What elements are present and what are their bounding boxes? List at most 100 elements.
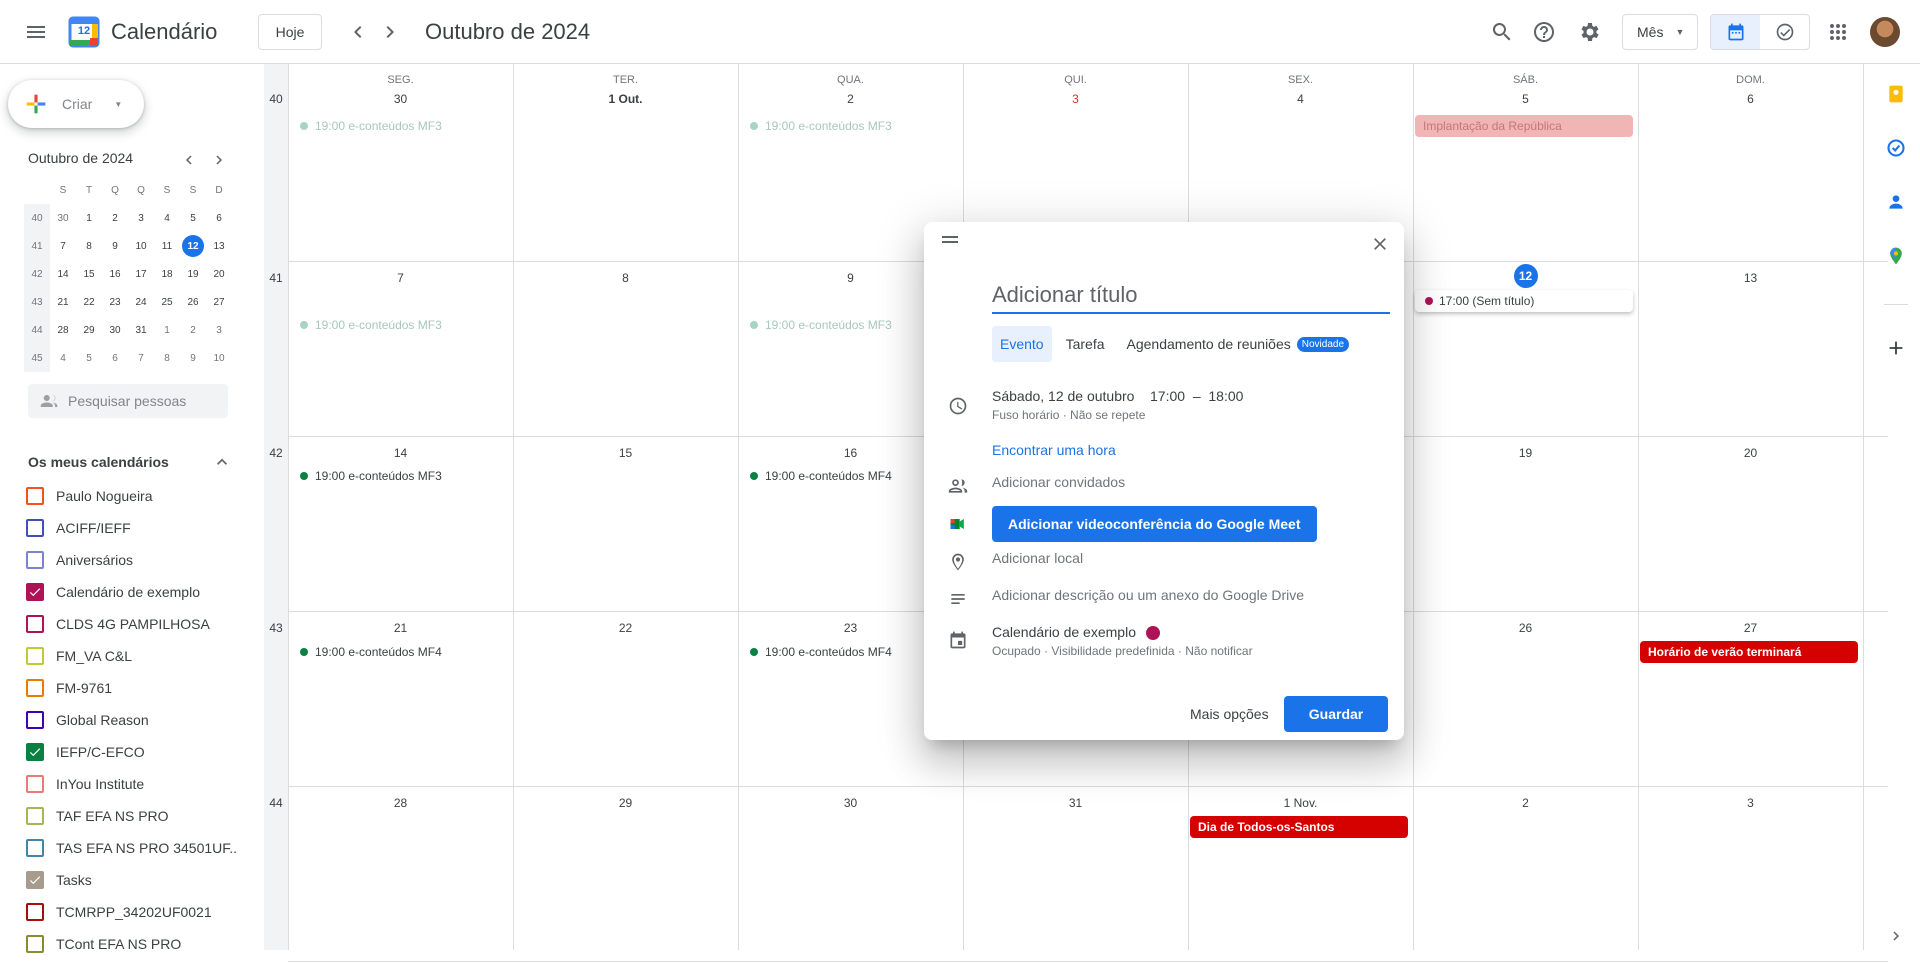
day-number[interactable]: 30 bbox=[738, 796, 963, 810]
event-title-input[interactable] bbox=[992, 278, 1390, 314]
calendar-color-dot[interactable] bbox=[1145, 626, 1160, 641]
calendar-item[interactable]: ACIFF/IEFF bbox=[26, 512, 236, 544]
week-number[interactable]: 41 bbox=[264, 271, 288, 285]
day-number[interactable]: 30 bbox=[288, 92, 513, 106]
today-button[interactable]: Hoje bbox=[258, 14, 322, 50]
tab-event[interactable]: Evento bbox=[992, 326, 1052, 362]
mini-day[interactable]: 30 bbox=[102, 316, 128, 344]
calendar-item[interactable]: FM-9761 bbox=[26, 672, 236, 704]
calendar-item[interactable]: InYou Institute bbox=[26, 768, 236, 800]
day-number[interactable]: 26 bbox=[1413, 621, 1638, 635]
add-location-field[interactable]: Adicionar local bbox=[992, 550, 1083, 572]
calendar-checkbox[interactable] bbox=[26, 903, 44, 921]
day-number[interactable]: 3 bbox=[963, 92, 1188, 106]
calendar-item[interactable]: Global Reason bbox=[26, 704, 236, 736]
calendar-checkbox[interactable] bbox=[26, 743, 44, 761]
mini-week-number[interactable]: 45 bbox=[24, 344, 50, 372]
mini-day[interactable]: 8 bbox=[76, 232, 102, 260]
mini-week-number[interactable]: 43 bbox=[24, 288, 50, 316]
day-number-today[interactable]: 12 bbox=[1413, 264, 1638, 288]
mini-day[interactable]: 27 bbox=[206, 288, 232, 316]
calendar-checkbox[interactable] bbox=[26, 647, 44, 665]
mini-day[interactable]: 5 bbox=[180, 204, 206, 232]
mini-day[interactable]: 2 bbox=[102, 204, 128, 232]
day-number[interactable]: 15 bbox=[513, 446, 738, 460]
mini-day[interactable]: 9 bbox=[180, 344, 206, 372]
mini-day[interactable]: 7 bbox=[50, 232, 76, 260]
calendar-item[interactable]: TAF EFA NS PRO bbox=[26, 800, 236, 832]
add-guests-field[interactable]: Adicionar convidados bbox=[992, 474, 1125, 496]
week-number[interactable]: 40 bbox=[264, 92, 288, 106]
my-calendars-header[interactable]: Os meus calendários bbox=[28, 452, 232, 472]
day-number[interactable]: 2 bbox=[1413, 796, 1638, 810]
calendar-checkbox[interactable] bbox=[26, 615, 44, 633]
add-description-field[interactable]: Adicionar descrição ou um anexo do Googl… bbox=[992, 587, 1304, 609]
mini-day[interactable]: 11 bbox=[154, 232, 180, 260]
mini-day[interactable]: 22 bbox=[76, 288, 102, 316]
mini-day[interactable]: 30 bbox=[50, 204, 76, 232]
mini-next-icon[interactable] bbox=[207, 148, 231, 172]
mini-day[interactable]: 31 bbox=[128, 316, 154, 344]
event-chip[interactable]: 19:00 e-conteúdos MF3 bbox=[742, 115, 957, 137]
day-number[interactable]: 19 bbox=[1413, 446, 1638, 460]
new-event-chip[interactable]: 17:00 (Sem título) bbox=[1415, 290, 1633, 312]
calendar-selector[interactable]: Calendário de exemplo bbox=[992, 624, 1253, 641]
calendar-checkbox[interactable] bbox=[26, 839, 44, 857]
mini-day[interactable]: 14 bbox=[50, 260, 76, 288]
calendar-checkbox[interactable] bbox=[26, 711, 44, 729]
mini-prev-icon[interactable] bbox=[177, 148, 201, 172]
day-number[interactable]: 4 bbox=[1188, 92, 1413, 106]
timezone-repeat-text[interactable]: Fuso horário · Não se repete bbox=[992, 408, 1243, 422]
mini-week-number[interactable]: 40 bbox=[24, 204, 50, 232]
day-number[interactable]: 7 bbox=[288, 271, 513, 285]
calendar-item[interactable]: FM_VA C&L bbox=[26, 640, 236, 672]
date-time-text[interactable]: Sábado, 12 de outubro 17:00 – 18:00 bbox=[992, 388, 1243, 404]
mini-day[interactable]: 25 bbox=[154, 288, 180, 316]
drag-handle-icon[interactable] bbox=[942, 236, 958, 246]
mini-day[interactable]: 9 bbox=[102, 232, 128, 260]
day-number[interactable]: 2 bbox=[738, 92, 963, 106]
save-button[interactable]: Guardar bbox=[1284, 696, 1388, 732]
calendar-settings-text[interactable]: Ocupado · Visibilidade predefinida · Não… bbox=[992, 644, 1253, 658]
mini-day[interactable]: 16 bbox=[102, 260, 128, 288]
calendar-checkbox[interactable] bbox=[26, 679, 44, 697]
main-menu-icon[interactable] bbox=[16, 12, 56, 52]
mini-day[interactable]: 3 bbox=[128, 204, 154, 232]
mini-day[interactable]: 18 bbox=[154, 260, 180, 288]
mini-week-number[interactable]: 42 bbox=[24, 260, 50, 288]
create-button[interactable]: Criar ▼ bbox=[8, 80, 144, 128]
calendar-item[interactable]: Calendário de exemplo bbox=[26, 576, 236, 608]
calendar-checkbox[interactable] bbox=[26, 807, 44, 825]
mini-day[interactable]: 2 bbox=[180, 316, 206, 344]
mini-day[interactable]: 8 bbox=[154, 344, 180, 372]
settings-gear-icon[interactable] bbox=[1569, 12, 1609, 52]
mini-day[interactable]: 5 bbox=[76, 344, 102, 372]
search-icon[interactable] bbox=[1482, 12, 1522, 52]
mini-day[interactable]: 10 bbox=[128, 232, 154, 260]
mini-day[interactable]: 4 bbox=[50, 344, 76, 372]
week-number[interactable]: 42 bbox=[264, 446, 288, 460]
mini-day[interactable]: 1 bbox=[154, 316, 180, 344]
event-bar[interactable]: Dia de Todos-os-Santos bbox=[1190, 816, 1408, 838]
tasks-view-icon[interactable] bbox=[1760, 15, 1809, 49]
calendar-checkbox[interactable] bbox=[26, 583, 44, 601]
week-number[interactable]: 44 bbox=[264, 796, 288, 810]
mini-day[interactable]: 29 bbox=[76, 316, 102, 344]
event-bar[interactable]: Implantação da República bbox=[1415, 115, 1633, 137]
day-number[interactable]: 1 Out. bbox=[513, 92, 738, 106]
add-meet-button[interactable]: Adicionar videoconferência do Google Mee… bbox=[992, 506, 1317, 542]
mini-day[interactable]: 21 bbox=[50, 288, 76, 316]
event-bar[interactable]: Horário de verão terminará bbox=[1640, 641, 1858, 663]
calendar-checkbox[interactable] bbox=[26, 871, 44, 889]
maps-icon[interactable] bbox=[1884, 244, 1908, 268]
mini-day[interactable]: 13 bbox=[206, 232, 232, 260]
apps-grid-icon[interactable] bbox=[1818, 12, 1858, 52]
event-chip[interactable]: 19:00 e-conteúdos MF3 bbox=[292, 314, 507, 336]
tasks-icon[interactable] bbox=[1884, 136, 1908, 160]
event-chip[interactable]: 19:00 e-conteúdos MF4 bbox=[292, 641, 507, 663]
calendar-item[interactable]: Tasks bbox=[26, 864, 236, 896]
calendar-checkbox[interactable] bbox=[26, 487, 44, 505]
contacts-icon[interactable] bbox=[1884, 190, 1908, 214]
add-addon-icon[interactable] bbox=[1884, 336, 1908, 360]
calendar-item[interactable]: TCMRPP_34202UF0021 bbox=[26, 896, 236, 928]
